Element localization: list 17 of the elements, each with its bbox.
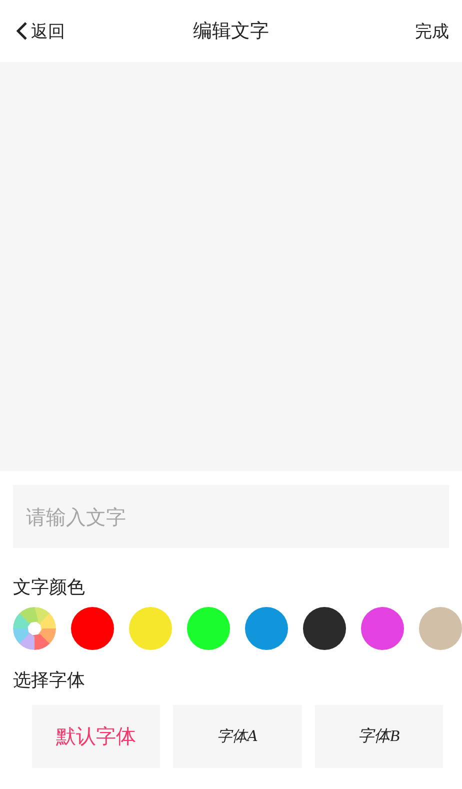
font-option[interactable]: 字体A [173,705,302,768]
font-option[interactable]: 字体B [314,705,443,768]
color-swatch[interactable] [361,607,404,650]
color-swatch[interactable] [71,607,114,650]
back-button[interactable]: 返回 [15,20,65,42]
text-input-field[interactable]: 请输入文字 [13,485,449,548]
chevron-left-icon [15,21,29,41]
color-swatch[interactable] [187,607,230,650]
color-swatch[interactable] [419,607,462,650]
done-button[interactable]: 完成 [415,20,449,42]
color-swatch[interactable] [129,607,172,650]
page-title: 编辑文字 [193,20,269,42]
color-swatch[interactable] [245,607,288,650]
section-label: 文字颜色 [13,576,85,599]
color-wheel-icon[interactable] [13,607,56,650]
color-swatch[interactable] [303,607,346,650]
section-label: 选择字体 [13,669,85,692]
